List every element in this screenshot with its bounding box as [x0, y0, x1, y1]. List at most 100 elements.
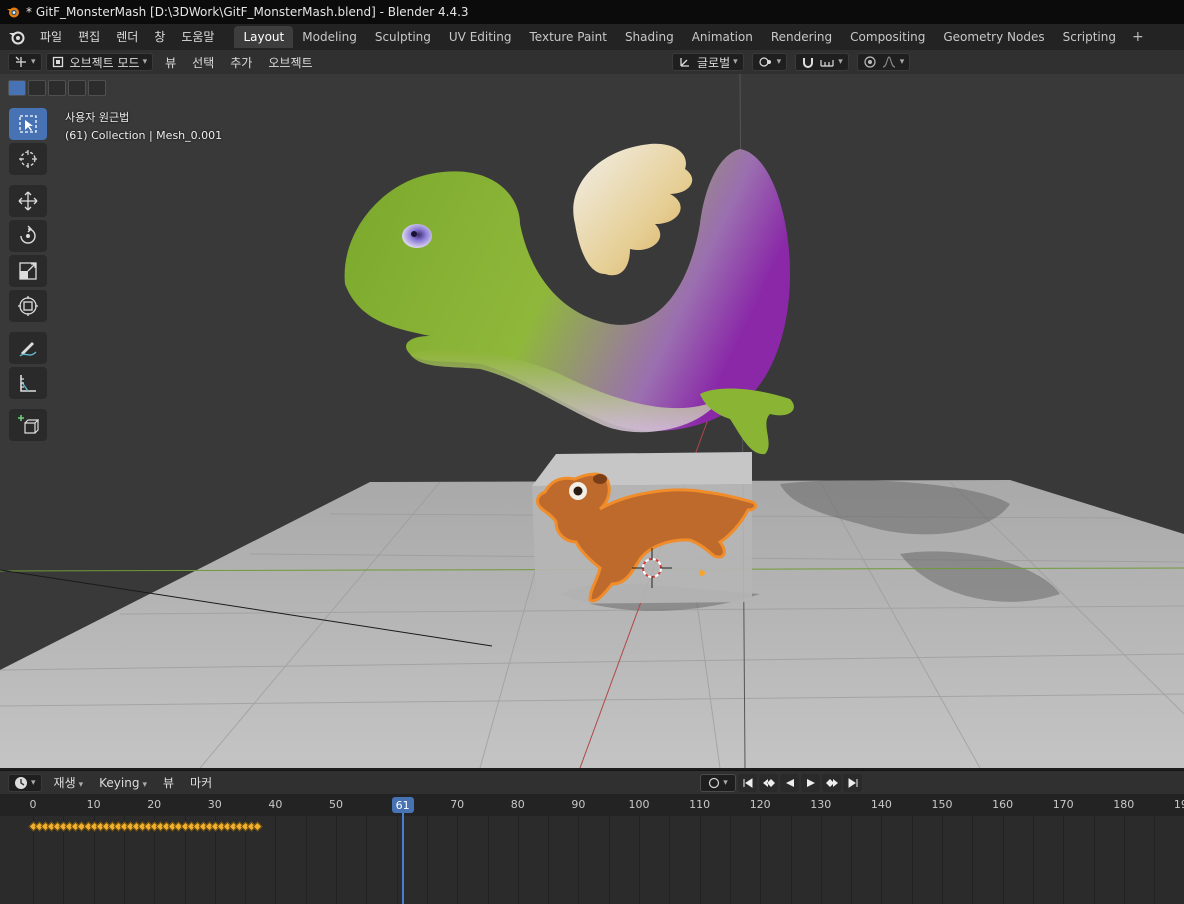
frame-tick-label: 0: [29, 798, 37, 811]
frame-tick-label: 30: [207, 798, 222, 811]
workspace-tabs: Layout Modeling Sculpting UV Editing Tex…: [234, 26, 1150, 48]
frame-gridline: [699, 816, 701, 904]
frame-gridline: [608, 816, 610, 904]
pivot-point-select[interactable]: ▾: [751, 53, 788, 71]
mode-select[interactable]: 오브젝트 모드 ▾: [45, 53, 154, 71]
frame-tick-label: 50: [329, 798, 343, 811]
mode-label: 오브젝트 모드: [69, 55, 140, 70]
frame-gridline: [911, 816, 913, 904]
frame-ruler[interactable]: 0102030405060708090100110120130140150160…: [0, 794, 1184, 816]
jump-start-button[interactable]: [738, 774, 757, 792]
playhead-line[interactable]: [401, 808, 404, 904]
jump-end-button[interactable]: [843, 774, 862, 792]
jump-start-icon: [743, 778, 752, 788]
menu-add[interactable]: 추가: [222, 54, 260, 71]
tab-rendering[interactable]: Rendering: [762, 26, 841, 48]
frame-tick-label: 80: [510, 798, 525, 811]
timeline-menu-view[interactable]: 뷰: [155, 774, 182, 791]
timeline-menu-marker[interactable]: 마커: [182, 774, 220, 791]
3d-viewport[interactable]: 사용자 원근법 (61) Collection | Mesh_0.001: [0, 74, 1184, 768]
viewport-info-overlay: 사용자 원근법 (61) Collection | Mesh_0.001: [65, 109, 222, 145]
frame-gridline: [517, 816, 519, 904]
menu-file[interactable]: 파일: [32, 24, 70, 50]
tool-measure[interactable]: [9, 367, 47, 399]
snap-increment-icon: [820, 60, 834, 67]
add-workspace-icon[interactable]: +: [1125, 26, 1151, 48]
frame-gridline: [1002, 816, 1004, 904]
pivot-icon: [759, 57, 771, 67]
collection-info: (61) Collection | Mesh_0.001: [65, 129, 223, 142]
tab-texture-paint[interactable]: Texture Paint: [521, 26, 616, 48]
tab-scripting[interactable]: Scripting: [1054, 26, 1125, 48]
transform-orientation-select[interactable]: 글로벌 ▾: [672, 53, 744, 71]
tab-compositing[interactable]: Compositing: [841, 26, 934, 48]
frame-tick-label: 10: [86, 798, 101, 811]
keyframe[interactable]: [252, 821, 263, 832]
tab-modeling[interactable]: Modeling: [293, 26, 366, 48]
proportional-edit-icon: [864, 56, 876, 68]
select-subtract-button[interactable]: [48, 80, 66, 96]
frame-gridline: [1154, 816, 1156, 904]
timeline[interactable]: 0102030405060708090100110120130140150160…: [0, 794, 1184, 904]
tab-shading[interactable]: Shading: [616, 26, 683, 48]
tool-annotate[interactable]: [9, 332, 47, 364]
menu-select[interactable]: 선택: [184, 54, 222, 71]
menu-window[interactable]: 창: [146, 24, 173, 50]
menu-view[interactable]: 뷰: [157, 54, 184, 71]
tab-geometry-nodes[interactable]: Geometry Nodes: [934, 26, 1053, 48]
prev-keyframe-button[interactable]: [759, 774, 778, 792]
frame-gridline: [729, 816, 731, 904]
select-intersect-button[interactable]: [88, 80, 106, 96]
viewport-header: ▾ 오브젝트 모드 ▾ 뷰 선택 추가 오브젝트 글로벌 ▾ ▾ ▾ ▾: [0, 50, 1184, 74]
tool-cursor[interactable]: [9, 143, 47, 175]
play-icon: [806, 779, 815, 787]
play-reverse-button[interactable]: [780, 774, 799, 792]
current-frame-indicator[interactable]: 61: [391, 797, 414, 813]
tool-move[interactable]: [9, 185, 47, 217]
tool-scale[interactable]: [9, 255, 47, 287]
tab-animation[interactable]: Animation: [683, 26, 762, 48]
tab-uv-editing[interactable]: UV Editing: [440, 26, 521, 48]
editor-type-button[interactable]: ▾: [8, 53, 42, 71]
snap-toggle[interactable]: ▾: [795, 53, 849, 71]
blender-menu-icon[interactable]: [8, 28, 26, 46]
selection-mode-buttons: [8, 80, 106, 96]
auto-keying-toggle[interactable]: ▾: [700, 774, 736, 792]
select-extend-button[interactable]: [28, 80, 46, 96]
proportional-editing-toggle[interactable]: ▾: [856, 53, 911, 71]
menu-render[interactable]: 렌더: [108, 24, 146, 50]
menu-help[interactable]: 도움말: [173, 24, 222, 50]
frame-gridline: [487, 816, 489, 904]
frame-tick-label: 160: [992, 798, 1014, 811]
menu-edit[interactable]: 편집: [70, 24, 108, 50]
frame-gridline: [669, 816, 671, 904]
play-button[interactable]: [801, 774, 820, 792]
tool-transform[interactable]: [9, 290, 47, 322]
frame-tick-label: 120: [749, 798, 771, 811]
frame-gridline: [1063, 816, 1065, 904]
blender-logo-icon: [7, 7, 19, 18]
select-invert-button[interactable]: [68, 80, 86, 96]
playback-menu[interactable]: 재생 ▾: [46, 774, 92, 791]
rotate-icon: [20, 225, 36, 244]
frame-gridline: [336, 816, 337, 904]
annotate-icon: [19, 342, 37, 357]
tab-layout[interactable]: Layout: [234, 26, 294, 48]
frame-gridline: [1123, 816, 1125, 904]
menu-object[interactable]: 오브젝트: [260, 54, 320, 71]
tool-rotate[interactable]: [9, 220, 47, 252]
frame-gridline: [851, 816, 853, 904]
tab-sculpting[interactable]: Sculpting: [366, 26, 440, 48]
record-icon: [709, 777, 720, 789]
timeline-editor-type-button[interactable]: ▾: [8, 773, 42, 792]
tool-add-cube[interactable]: [9, 409, 47, 441]
select-new-button[interactable]: [8, 80, 26, 96]
measure-icon: [20, 375, 36, 392]
tool-select-box[interactable]: [9, 108, 47, 140]
transport-controls: ▾: [700, 774, 862, 792]
keying-menu[interactable]: Keying ▾: [91, 776, 155, 790]
add-cube-icon: [18, 415, 39, 434]
viewport-scene[interactable]: [0, 74, 1184, 768]
move-icon: [18, 191, 38, 211]
next-keyframe-button[interactable]: [822, 774, 841, 792]
